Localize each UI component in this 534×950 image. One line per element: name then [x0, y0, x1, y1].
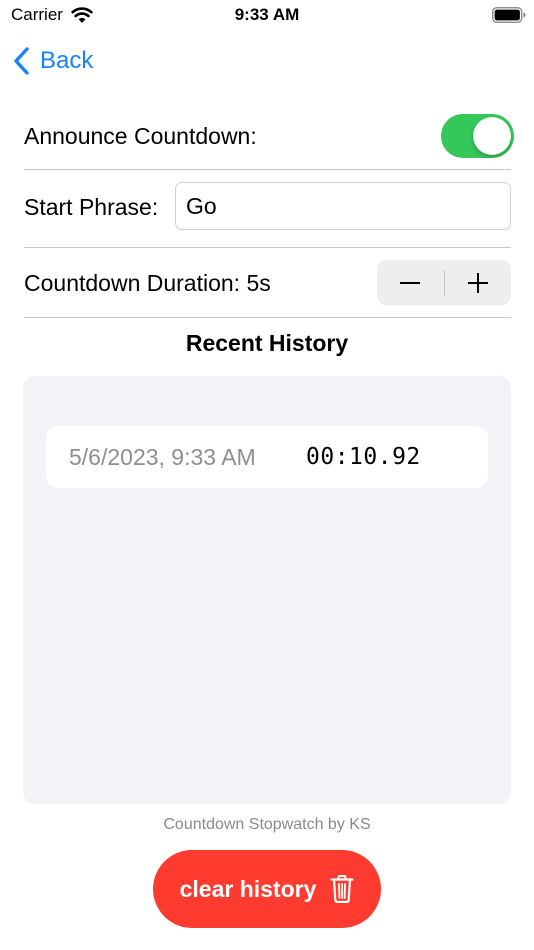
- footer-credit: Countdown Stopwatch by KS: [163, 816, 371, 833]
- history-list[interactable]: 5/6/2023, 9:33 AM 00:10.92: [23, 376, 511, 804]
- clear-history-label: clear history: [179, 875, 317, 902]
- recent-history-title: Recent History: [185, 330, 349, 356]
- start-phrase-input[interactable]: [175, 182, 511, 230]
- announce-countdown-label: Announce Countdown:: [24, 123, 257, 149]
- chevron-left-icon: [14, 47, 29, 75]
- screen: Carrier 9:33 AM Back Announce Countdown:…: [0, 0, 534, 950]
- increment-button[interactable]: [445, 260, 512, 305]
- history-item-elapsed: 00:10.92: [306, 444, 421, 470]
- divider: [24, 247, 511, 248]
- announce-countdown-toggle[interactable]: [441, 114, 514, 158]
- minus-icon: [400, 281, 421, 284]
- toggle-knob: [473, 117, 511, 155]
- history-item-date: 5/6/2023, 9:33 AM: [69, 444, 256, 470]
- back-button[interactable]: Back: [12, 44, 93, 78]
- trash-icon: [330, 875, 354, 903]
- divider: [24, 169, 511, 170]
- status-bar: Carrier 9:33 AM: [0, 0, 534, 30]
- duration-stepper: [377, 260, 511, 305]
- history-item[interactable]: 5/6/2023, 9:33 AM 00:10.92: [46, 426, 488, 488]
- decrement-button[interactable]: [377, 260, 444, 305]
- status-time: 9:33 AM: [234, 5, 300, 24]
- plus-icon: [467, 272, 488, 293]
- divider: [24, 317, 511, 318]
- back-label: Back: [40, 47, 94, 74]
- clear-history-button[interactable]: clear history: [153, 850, 381, 928]
- battery-icon: [492, 7, 526, 23]
- countdown-duration-label: Countdown Duration: 5s: [24, 270, 271, 296]
- start-phrase-label: Start Phrase:: [24, 194, 159, 220]
